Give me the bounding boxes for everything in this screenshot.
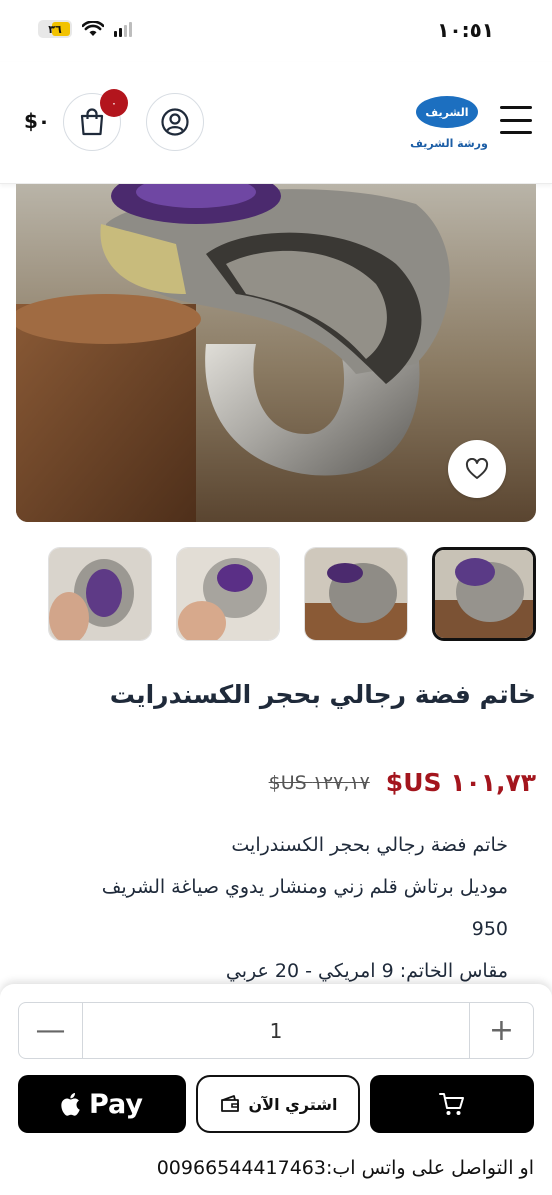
cart-icon [439,1093,464,1115]
apple-pay-label: Pay [88,1088,144,1120]
thumbnail-3[interactable] [176,547,280,641]
whatsapp-contact-text[interactable]: او التواصل على واتس اب:00966544417463 [18,1157,534,1179]
buy-now-label: اشتري الآن [248,1094,338,1114]
signal-icon [114,21,132,37]
menu-icon[interactable] [500,106,532,134]
shopping-bag-icon [80,108,104,136]
sale-price: $US ١٠١,٧٣ [385,768,536,797]
user-icon [161,108,189,136]
site-header: الشريف ورشة الشريف ٠ $٠ [0,62,552,184]
status-icons: ٣٦ [38,20,132,38]
product-description: خاتم فضة رجالي بحجر الكسندرايت موديل برت… [38,824,508,992]
status-time: ١٠:٥١ [437,18,494,42]
logo-caption: ورشة الشريف [410,137,488,150]
description-line: خاتم فضة رجالي بحجر الكسندرايت [231,834,508,856]
account-button[interactable] [146,93,204,151]
thumbnail-2[interactable] [304,547,408,641]
purchase-sheet: — 1 + Pay اشتري الآن او التواصل على واتس… [0,984,552,1195]
add-to-cart-button[interactable] [370,1075,534,1133]
wifi-icon [82,21,104,36]
product-title: خاتم فضة رجالي بحجر الكسندرايت [109,680,536,709]
buy-now-button[interactable]: اشتري الآن [196,1075,360,1133]
battery-icon: ٣٦ [38,20,72,38]
old-price: $US ١٢٧,١٧ [268,771,370,794]
battery-level: ٣٦ [48,22,62,36]
quantity-stepper: — 1 + [18,1002,534,1059]
thumbnail-1[interactable] [432,547,536,641]
quantity-increase-button[interactable]: + [469,1003,533,1058]
cart-total: $٠ [24,109,51,133]
thumbnail-strip [48,547,538,641]
store-logo[interactable]: الشريف ورشة الشريف [408,92,490,154]
thumbnail-4[interactable] [48,547,152,641]
cart-count-badge: ٠ [100,89,128,117]
description-line: موديل برتاش قلم زني ومنشار يدوي صياغة ال… [101,876,508,898]
apple-pay-button[interactable]: Pay [18,1075,186,1133]
action-buttons: Pay اشتري الآن [18,1075,534,1133]
logo-badge: الشريف [416,96,478,128]
quantity-input[interactable]: 1 [83,1003,469,1058]
apple-icon [61,1093,80,1116]
quantity-decrease-button[interactable]: — [19,1003,83,1058]
heart-icon [465,458,489,479]
wallet-icon [220,1095,239,1112]
description-line: 950 [471,918,508,940]
wishlist-button[interactable] [448,440,506,498]
price-row: $US ١٢٧,١٧ $US ١٠١,٧٣ [269,768,536,797]
status-bar: ٣٦ ١٠:٥١ [0,0,552,62]
